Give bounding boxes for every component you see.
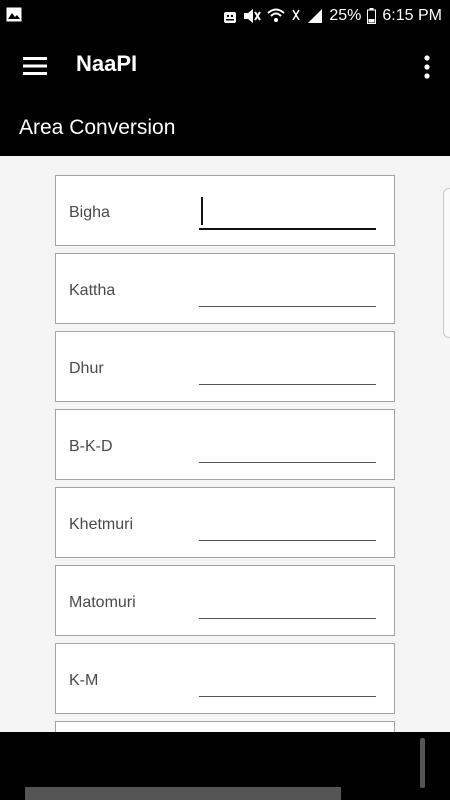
bkd-input[interactable] (199, 424, 376, 463)
section-title: Area Conversion (19, 116, 176, 139)
wifi-icon (267, 8, 286, 24)
field-label: Dhur (69, 360, 104, 377)
status-bar: 25% 6:15 PM (0, 0, 450, 32)
field-label: Kattha (69, 282, 116, 299)
android-icon (223, 8, 237, 24)
field-row-matomuri: Matomuri (55, 565, 395, 636)
bigha-input[interactable] (199, 190, 376, 230)
field-row-dhur: Dhur (55, 331, 395, 402)
field-row-bigha: Bigha (55, 175, 395, 246)
status-time: 6:15 PM (382, 7, 442, 24)
mute-icon (243, 8, 262, 24)
bottom-bar (0, 732, 450, 800)
image-notification-icon (6, 7, 22, 27)
khetmuri-input[interactable] (199, 502, 376, 541)
field-label: B-K-D (69, 438, 113, 455)
horizontal-scrollbar[interactable] (25, 787, 341, 800)
km-input[interactable] (199, 658, 376, 697)
no-sim-icon (291, 8, 301, 24)
hamburger-menu-icon[interactable] (23, 56, 47, 76)
field-row-khetmuri: Khetmuri (55, 487, 395, 558)
app-bar: NaaPI (0, 32, 450, 100)
side-panel-handle[interactable] (443, 188, 450, 338)
scroll-thumb[interactable] (420, 738, 425, 788)
dhur-input[interactable] (199, 346, 376, 385)
field-row-bkd: B-K-D (55, 409, 395, 480)
field-row-kattha: Kattha (55, 253, 395, 324)
section-header: Area Conversion (0, 100, 450, 156)
kattha-input[interactable] (199, 268, 376, 307)
field-row-km: K-M (55, 643, 395, 714)
text-cursor (201, 197, 203, 225)
more-vert-icon[interactable] (420, 54, 434, 80)
field-label: Khetmuri (69, 516, 134, 533)
field-label: K-M (69, 672, 99, 689)
app-title: NaaPI (76, 51, 138, 76)
battery-percent: 25% (329, 7, 362, 24)
field-label: Bigha (69, 204, 110, 221)
battery-icon (367, 8, 377, 24)
matomuri-input[interactable] (199, 580, 376, 619)
field-row-partial (55, 721, 395, 732)
field-label: Matomuri (69, 594, 136, 611)
signal-icon (307, 8, 323, 24)
conversion-form: Bigha Kattha Dhur B-K-D Khetmuri Matomur… (0, 156, 450, 732)
